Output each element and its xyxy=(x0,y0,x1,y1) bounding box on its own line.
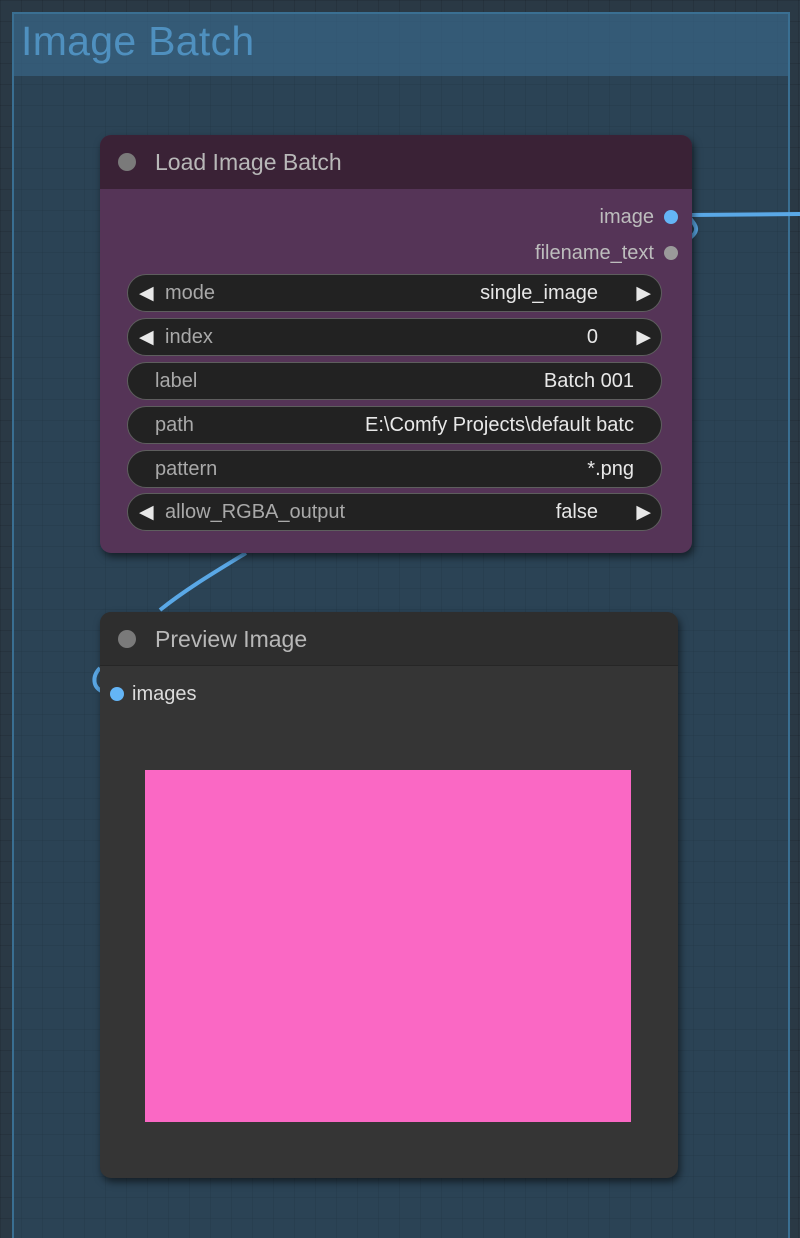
node-preview-image[interactable]: Preview Image images xyxy=(100,612,678,1178)
preview-image xyxy=(145,770,631,1122)
widget-value: E:\Comfy Projects\default batc xyxy=(364,413,634,436)
node-title: Preview Image xyxy=(155,626,308,652)
output-label: image xyxy=(599,205,654,228)
input-label: images xyxy=(132,682,197,705)
group-title: Image Batch xyxy=(21,18,255,64)
graph-canvas[interactable]: Image Batch Load Image Batch image filen… xyxy=(0,0,800,1238)
arrow-left-icon[interactable]: ◀ xyxy=(139,328,154,347)
widget-name: path xyxy=(155,413,194,436)
arrow-left-icon[interactable]: ◀ xyxy=(139,284,154,303)
node-load-image-batch[interactable]: Load Image Batch image filename_text ◀ m… xyxy=(100,135,692,553)
output-dot-icon[interactable] xyxy=(664,210,678,224)
output-slot-filename-text[interactable]: filename_text xyxy=(535,241,678,265)
widget-label[interactable]: label Batch 001 xyxy=(127,362,662,400)
widget-name: index xyxy=(165,325,213,348)
widget-name: allow_RGBA_output xyxy=(165,500,346,523)
widget-name: label xyxy=(155,369,198,392)
widget-index[interactable]: ◀ index 0 ▶ xyxy=(127,318,662,356)
output-dot-icon[interactable] xyxy=(664,246,678,260)
widget-allow-rgba-output[interactable]: ◀ allow_RGBA_output false ▶ xyxy=(127,493,662,531)
arrow-right-icon[interactable]: ▶ xyxy=(636,328,651,347)
widget-value: single_image xyxy=(480,281,598,304)
widget-value: Batch 001 xyxy=(543,369,634,392)
collapse-toggle-icon[interactable] xyxy=(118,153,136,171)
widget-value: 0 xyxy=(586,325,598,348)
input-slot-images[interactable]: images xyxy=(110,682,196,706)
input-dot-icon[interactable] xyxy=(110,687,124,701)
group-title-bar[interactable]: Image Batch xyxy=(14,14,788,76)
node-header[interactable]: Load Image Batch xyxy=(100,135,692,189)
output-slot-image[interactable]: image xyxy=(600,205,678,229)
widget-pattern[interactable]: pattern *.png xyxy=(127,450,662,488)
widget-name: pattern xyxy=(155,457,218,480)
arrow-right-icon[interactable]: ▶ xyxy=(636,284,651,303)
collapse-toggle-icon[interactable] xyxy=(118,630,136,648)
widget-value: *.png xyxy=(587,457,634,480)
widget-name: mode xyxy=(165,281,216,304)
node-title: Load Image Batch xyxy=(155,149,342,175)
widget-path[interactable]: path E:\Comfy Projects\default batc xyxy=(127,406,662,444)
output-label: filename_text xyxy=(535,241,654,264)
arrow-right-icon[interactable]: ▶ xyxy=(636,503,651,522)
node-header[interactable]: Preview Image xyxy=(100,612,678,666)
widget-mode[interactable]: ◀ mode single_image ▶ xyxy=(127,274,662,312)
arrow-left-icon[interactable]: ◀ xyxy=(139,503,154,522)
widget-value: false xyxy=(555,500,598,523)
